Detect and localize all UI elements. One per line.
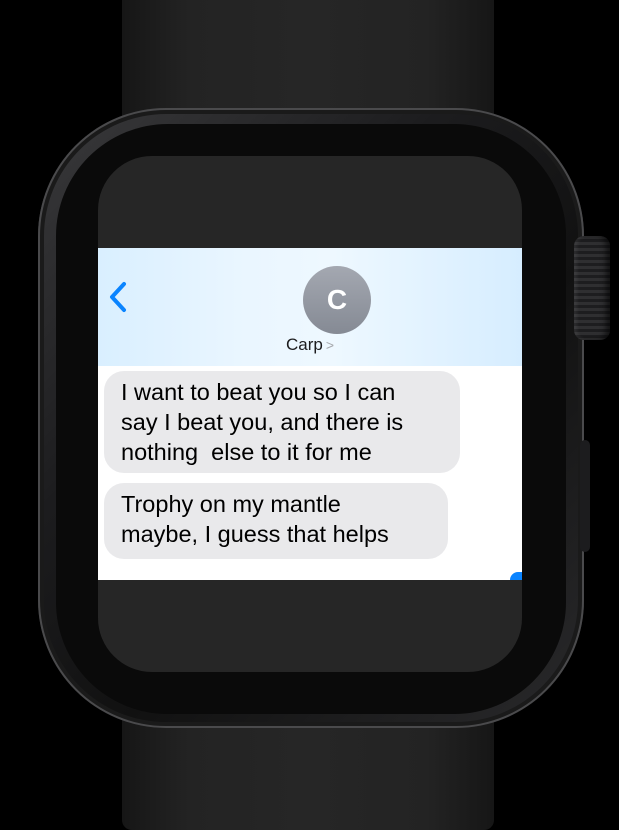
message-line: I want to beat you so I can <box>121 379 396 405</box>
message-line: maybe, I guess that helps <box>121 521 389 547</box>
conversation-header: C Carp > <box>98 248 522 366</box>
message-line: nothing else to it for me <box>121 439 372 465</box>
side-button[interactable] <box>580 440 590 552</box>
scene: C Carp > I want to beat you so I can say … <box>0 0 619 830</box>
contact-name: Carp <box>285 335 323 354</box>
watch-screen: C Carp > I want to beat you so I can say … <box>98 156 522 672</box>
messages-screenshot: C Carp > I want to beat you so I can say … <box>98 248 522 580</box>
message-bubble[interactable]: Trophy on my mantle maybe, I guess that … <box>104 483 448 559</box>
sent-bubble-edge <box>510 572 522 580</box>
avatar-initial: C <box>326 284 348 315</box>
message-bubble[interactable]: I want to beat you so I can say I beat y… <box>104 371 460 473</box>
contact-name-link[interactable]: Carp > <box>98 335 522 355</box>
message-line: Trophy on my mantle <box>121 491 341 517</box>
chevron-left-icon[interactable] <box>106 280 130 314</box>
message-line: say I beat you, and there is <box>121 409 404 435</box>
chevron-right-icon: > <box>325 337 335 353</box>
contact-avatar[interactable]: C <box>303 266 371 334</box>
digital-crown[interactable] <box>574 236 610 340</box>
